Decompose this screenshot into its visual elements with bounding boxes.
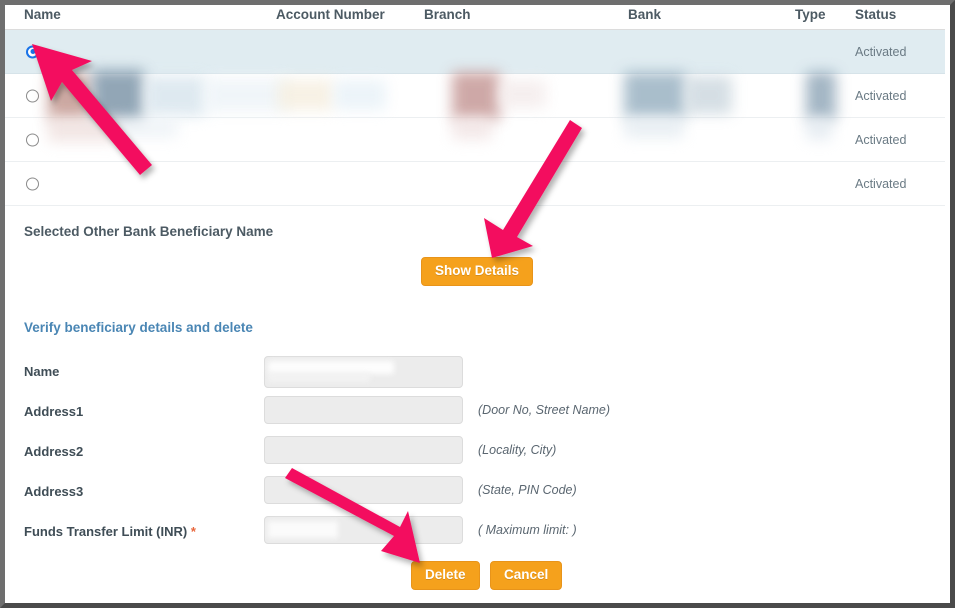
form-action-buttons: Delete Cancel <box>411 561 568 590</box>
beneficiary-radio-4[interactable] <box>26 177 39 190</box>
column-header-bank: Bank <box>628 7 662 22</box>
label-address2: Address2 <box>24 444 84 459</box>
label-address3: Address3 <box>24 484 84 499</box>
funds-transfer-limit-field[interactable] <box>264 516 463 544</box>
row-radio-cell[interactable] <box>26 45 39 58</box>
beneficiary-radio-1[interactable] <box>26 45 39 58</box>
form-row-address1: Address1 (Door No, Street Name) <box>5 396 945 436</box>
beneficiary-delete-page: Name Account Number Branch Bank Type Sta… <box>5 5 950 603</box>
row-radio-cell[interactable] <box>26 133 39 146</box>
column-header-account-number: Account Number <box>276 7 385 22</box>
column-header-type: Type <box>795 7 826 22</box>
address1-field[interactable] <box>264 396 463 424</box>
beneficiary-table: Name Account Number Branch Bank Type Sta… <box>5 5 945 206</box>
status-badge: Activated <box>855 88 907 103</box>
row-radio-cell[interactable] <box>26 177 39 190</box>
beneficiary-form: Name Address1 (Door No, Street Name) Add… <box>5 356 945 556</box>
status-badge: Activated <box>855 132 907 147</box>
screenshot-frame: Name Account Number Branch Bank Type Sta… <box>0 0 955 608</box>
delete-button[interactable]: Delete <box>411 561 480 590</box>
form-row-address2: Address2 (Locality, City) <box>5 436 945 476</box>
cancel-button[interactable]: Cancel <box>489 561 563 590</box>
label-address1: Address1 <box>24 404 84 419</box>
row-radio-cell[interactable] <box>26 89 39 102</box>
column-header-branch: Branch <box>424 7 471 22</box>
column-header-status: Status <box>855 7 897 22</box>
table-row[interactable]: Activated <box>5 30 945 74</box>
label-funds-transfer-limit-text: Funds Transfer Limit (INR) <box>24 524 188 539</box>
beneficiary-radio-2[interactable] <box>26 89 39 102</box>
label-name: Name <box>24 364 60 379</box>
hint-address2: (Locality, City) <box>478 443 557 457</box>
form-row-funds-transfer-limit: Funds Transfer Limit (INR) * ( Maximum l… <box>5 516 945 556</box>
form-row-address3: Address3 (State, PIN Code) <box>5 476 945 516</box>
hint-funds-transfer-limit: ( Maximum limit: ) <box>478 523 577 537</box>
address2-field[interactable] <box>264 436 463 464</box>
address3-field[interactable] <box>264 476 463 504</box>
beneficiary-radio-3[interactable] <box>26 133 39 146</box>
selected-beneficiary-label: Selected Other Bank Beneficiary Name <box>24 224 274 239</box>
column-header-name: Name <box>24 7 61 22</box>
show-details-button[interactable]: Show Details <box>421 257 534 286</box>
verify-section-heading: Verify beneficiary details and delete <box>24 320 253 335</box>
table-row[interactable]: Activated <box>5 162 945 206</box>
required-marker: * <box>190 524 196 539</box>
label-funds-transfer-limit: Funds Transfer Limit (INR) * <box>24 524 196 539</box>
table-row[interactable]: Activated <box>5 74 945 118</box>
status-badge: Activated <box>855 176 907 191</box>
name-field[interactable] <box>264 356 463 388</box>
hint-address3: (State, PIN Code) <box>478 483 577 497</box>
table-row[interactable]: Activated <box>5 118 945 162</box>
table-header-row: Name Account Number Branch Bank Type Sta… <box>5 5 945 30</box>
form-row-name: Name <box>5 356 945 396</box>
hint-address1: (Door No, Street Name) <box>478 403 610 417</box>
status-badge: Activated <box>855 44 907 59</box>
